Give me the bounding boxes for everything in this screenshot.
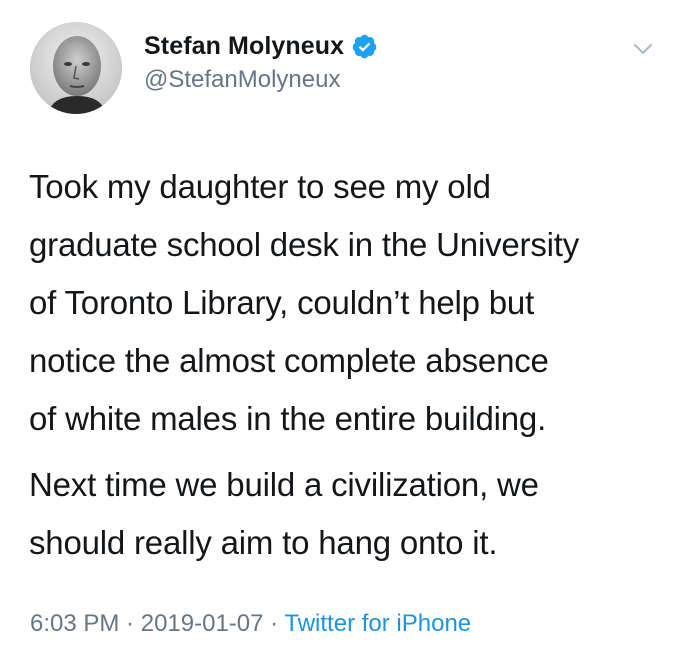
meta-separator: · <box>263 610 285 637</box>
tweet-time[interactable]: 6:03 PM <box>30 610 119 637</box>
meta-separator: · <box>119 610 141 637</box>
tweet-source-link[interactable]: Twitter for iPhone <box>284 610 471 637</box>
chevron-down-icon[interactable] <box>632 38 654 60</box>
tweet-paragraph: Took my daughter to see my old graduate … <box>29 168 580 437</box>
tweet-date[interactable]: 2019-01-07 <box>141 610 264 637</box>
tweet-paragraph: Next time we build a civilization, we sh… <box>29 466 539 561</box>
tweet-metadata: 6:03 PM · 2019-01-07 · Twitter for iPhon… <box>30 610 471 638</box>
avatar[interactable] <box>30 22 122 114</box>
tweet-card: Stefan Molyneux @StefanMolyneux Took my … <box>0 0 680 660</box>
avatar-photo <box>30 22 122 114</box>
display-name[interactable]: Stefan Molyneux <box>144 32 344 61</box>
verified-badge-icon <box>351 33 378 60</box>
tweet-text: Took my daughter to see my old graduate … <box>29 158 669 572</box>
name-row: Stefan Molyneux <box>144 30 378 62</box>
user-handle[interactable]: @StefanMolyneux <box>144 66 340 94</box>
